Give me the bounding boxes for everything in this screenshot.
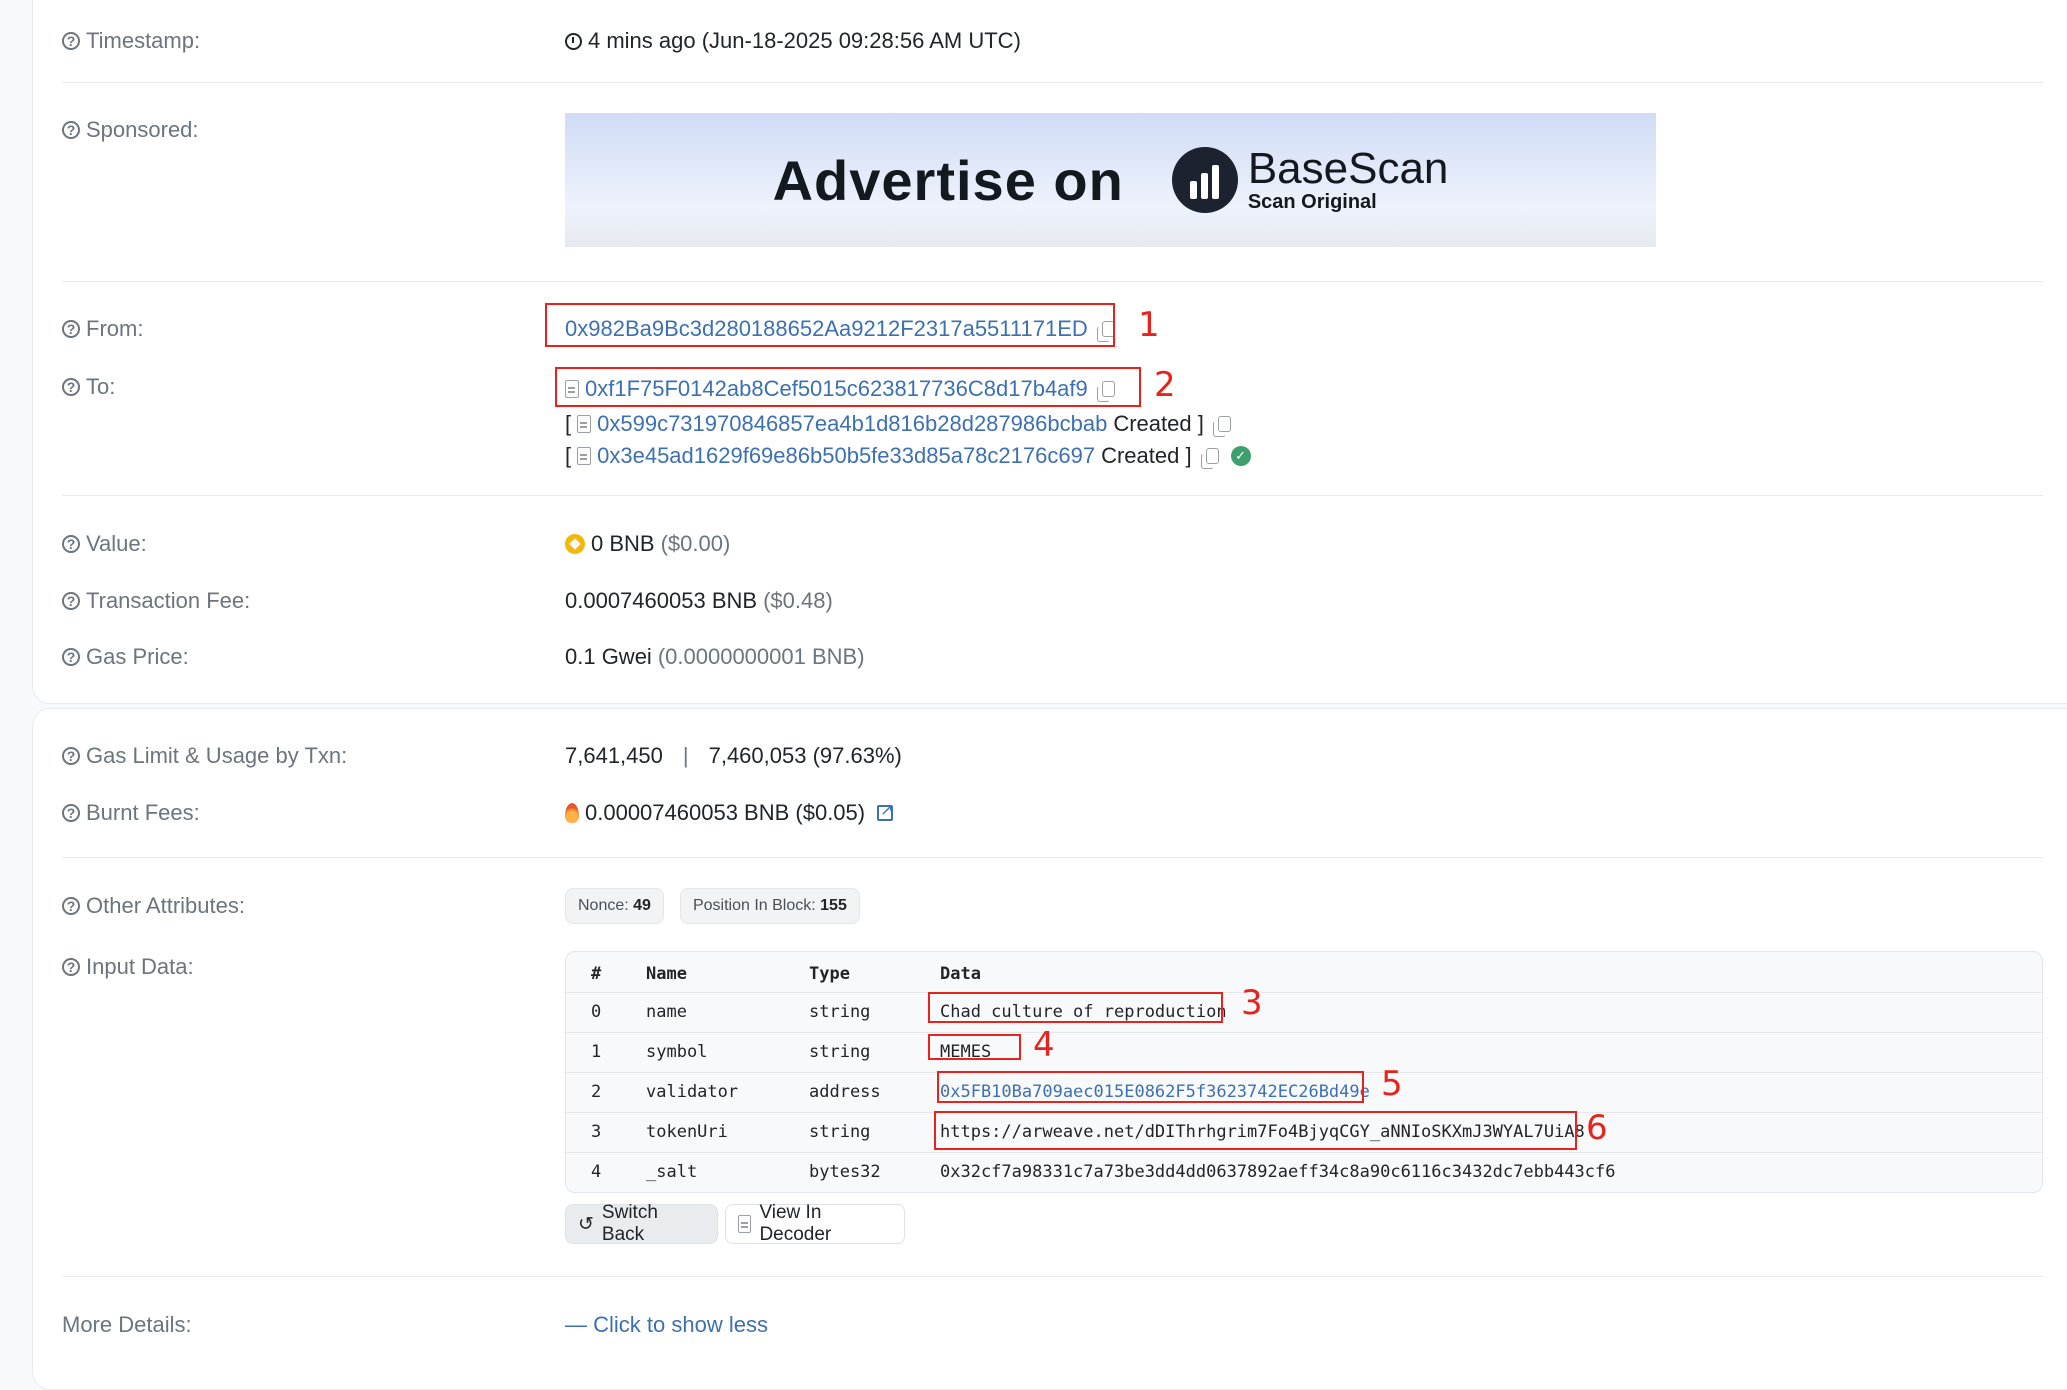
help-icon: ? [62, 648, 80, 666]
divider [62, 1276, 2043, 1277]
help-icon: ? [62, 378, 80, 396]
annotation-number-2: 2 [1154, 365, 1176, 405]
basescan-logo-icon [1171, 147, 1238, 213]
separator: | [682, 743, 689, 768]
sponsored-label: Sponsored: [86, 117, 199, 142]
copy-icon[interactable] [1200, 448, 1219, 469]
to-label: To: [86, 374, 116, 399]
divider [62, 495, 2043, 496]
contract-icon [577, 415, 592, 433]
help-icon: ? [62, 804, 80, 822]
tx-fee-amount: 0.0007460053 BNB [565, 588, 758, 613]
burnt-fees-amount: 0.00007460053 BNB ($0.05) [585, 800, 866, 825]
help-icon: ? [62, 535, 80, 553]
created-address-link[interactable]: 0x3e45ad1629f69e86b50b5fe33d85a78c2176c6… [597, 443, 1095, 469]
timestamp-label: ? Timestamp: [62, 28, 200, 54]
help-icon: ? [62, 121, 80, 139]
value-amount: 0 BNB [591, 531, 655, 556]
tx-fee-label: Transaction Fee: [86, 588, 251, 613]
annotation-box-4 [928, 1034, 1021, 1060]
annotation-number-4: 4 [1033, 1025, 1055, 1065]
input-data-label: Input Data: [86, 954, 194, 979]
gas-limit-label: Gas Limit & Usage by Txn: [86, 743, 348, 768]
value-label: Value: [86, 531, 147, 556]
annotation-number-1: 1 [1138, 305, 1160, 345]
burnt-fees-label: Burnt Fees: [86, 800, 200, 825]
help-icon: ? [62, 897, 80, 915]
ad-text: Advertise on [772, 148, 1124, 212]
created-contract-1: [ 0x599c731970846857ea4b1d816b28d287986b… [565, 411, 1231, 437]
annotation-box-1 [545, 303, 1115, 347]
annotation-box-3 [928, 992, 1223, 1023]
other-attributes-label: Other Attributes: [86, 893, 245, 918]
document-icon [738, 1215, 752, 1233]
view-in-decoder-button[interactable]: View In Decoder [725, 1202, 905, 1245]
gas-price-amount: 0.1 Gwei [565, 644, 652, 669]
flame-icon [565, 803, 579, 823]
help-icon: ? [62, 32, 80, 50]
table-row: 4 _salt bytes32 0x32cf7a98331c7a73be3dd4… [591, 1162, 1616, 1182]
switch-back-button[interactable]: ↺ Switch Back [565, 1202, 718, 1245]
table-header: # Name Type Data [566, 952, 2042, 993]
annotation-number-5: 5 [1381, 1064, 1403, 1104]
copy-icon[interactable] [1212, 416, 1231, 437]
annotation-number-6: 6 [1586, 1108, 1608, 1148]
help-icon: ? [62, 747, 80, 765]
tx-fee-usd: ($0.48) [763, 588, 833, 613]
clock-icon [565, 32, 582, 50]
help-icon: ? [62, 958, 80, 976]
annotation-box-5 [937, 1071, 1364, 1103]
basescan-sub: Scan Original [1247, 190, 1377, 213]
contract-icon [577, 447, 592, 465]
gas-price-bnb: (0.0000000001 BNB) [657, 644, 865, 669]
table-row: 1 symbol string MEMES [566, 1032, 2042, 1073]
help-icon: ? [62, 320, 80, 338]
divider [62, 857, 2043, 858]
verified-check-icon: ✓ [1230, 446, 1251, 466]
help-icon: ? [62, 592, 80, 610]
nonce-badge: Nonce: 49 [565, 888, 664, 924]
value-usd: ($0.00) [660, 531, 731, 556]
transaction-overview-card [32, 0, 2067, 704]
bnb-icon [565, 534, 585, 554]
more-details-label: More Details: [62, 1312, 192, 1337]
show-less-link[interactable]: — Click to show less [565, 1312, 768, 1338]
divider [62, 82, 2043, 83]
basescan-logo: BaseScan Scan Original [1171, 143, 1449, 214]
gas-limit-value: 7,641,450 [565, 743, 663, 768]
position-badge: Position In Block: 155 [679, 888, 860, 924]
undo-icon: ↺ [578, 1213, 594, 1235]
gas-price-label: Gas Price: [86, 644, 189, 669]
gas-usage-value: 7,460,053 (97.63%) [708, 743, 902, 768]
created-contract-2: [ 0x3e45ad1629f69e86b50b5fe33d85a78c2176… [565, 443, 1251, 469]
from-label: From: [86, 316, 144, 341]
table-row: 0 name string Chad culture of reproducti… [566, 992, 2042, 1033]
annotation-box-6 [934, 1111, 1577, 1150]
created-address-link[interactable]: 0x599c731970846857ea4b1d816b28d287986bcb… [597, 411, 1107, 437]
basescan-name: BaseScan [1247, 143, 1449, 193]
external-link-icon[interactable] [877, 800, 894, 821]
divider [62, 281, 2043, 282]
timestamp-value: 4 mins ago (Jun-18-2025 09:28:56 AM UTC) [588, 28, 1021, 53]
annotation-box-2 [555, 367, 1141, 407]
advertise-banner[interactable]: Advertise on BaseScan Scan Original [565, 113, 1656, 247]
annotation-number-3: 3 [1241, 983, 1263, 1023]
